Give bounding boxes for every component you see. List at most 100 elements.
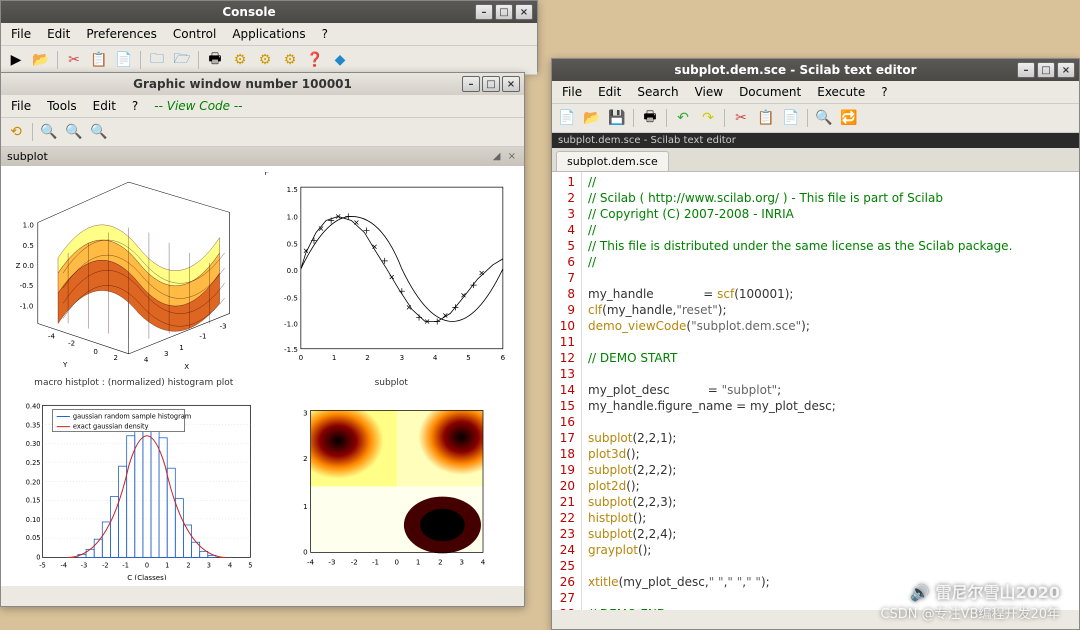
minimize-button[interactable]: – <box>1017 62 1035 78</box>
menu-help[interactable]: ? <box>126 97 144 115</box>
svg-text:-4: -4 <box>307 558 315 567</box>
zoom-area-icon[interactable]: 🔍 <box>63 121 85 143</box>
menu-help[interactable]: ? <box>316 25 334 43</box>
print-icon[interactable]: 🖶 <box>204 49 226 71</box>
new-icon[interactable]: 📄 <box>556 107 578 129</box>
demos-icon[interactable]: ◆ <box>329 49 351 71</box>
menu-preferences[interactable]: Preferences <box>80 25 163 43</box>
svg-text:Z: Z <box>16 261 21 270</box>
maximize-button[interactable]: □ <box>482 76 500 92</box>
cut-icon[interactable]: ✂ <box>730 107 752 129</box>
hist-title: macro histplot : (normalized) histogram … <box>7 378 261 388</box>
menu-file[interactable]: File <box>556 83 588 101</box>
maximize-button[interactable]: □ <box>1037 62 1055 78</box>
svg-text:-1.5: -1.5 <box>284 345 298 354</box>
tool1-icon[interactable]: ⚙ <box>229 49 251 71</box>
code-area[interactable]: 1234567891011121314151617181920212223242… <box>552 172 1079 610</box>
svg-text:0: 0 <box>93 347 98 356</box>
code-body[interactable]: // // Scilab ( http://www.scilab.org/ ) … <box>582 172 1079 610</box>
rotate-icon[interactable]: ⟲ <box>5 121 27 143</box>
menu-document[interactable]: Document <box>733 83 807 101</box>
redo-icon[interactable]: ↷ <box>697 107 719 129</box>
copy-icon[interactable]: 📋 <box>755 107 777 129</box>
paste-icon[interactable]: 📄 <box>113 49 135 71</box>
graphic-titlebar[interactable]: Graphic window number 100001 – □ × <box>1 73 524 95</box>
svg-text:0.40: 0.40 <box>26 402 41 410</box>
minimize-button[interactable]: – <box>475 4 493 20</box>
save-icon[interactable]: 💾 <box>606 107 628 129</box>
menu-edit[interactable]: Edit <box>87 97 122 115</box>
svg-text:3: 3 <box>399 353 404 362</box>
menu-file[interactable]: File <box>5 25 37 43</box>
plot-histogram: macro histplot : (normalized) histogram … <box>7 378 261 580</box>
menu-file[interactable]: File <box>5 97 37 115</box>
svg-text:-4: -4 <box>61 562 68 570</box>
menu-view[interactable]: View <box>689 83 729 101</box>
menu-control[interactable]: Control <box>167 25 222 43</box>
editor-menubar: File Edit Search View Document Execute ? <box>552 81 1079 104</box>
svg-text:3: 3 <box>164 349 169 358</box>
paste-icon[interactable]: 📄 <box>780 107 802 129</box>
svg-text:Y: Y <box>62 360 68 369</box>
svg-text:0.5: 0.5 <box>286 240 297 249</box>
svg-text:0.5: 0.5 <box>23 241 34 250</box>
plot-grid: 1.00.50.0 -0.5-1.0 Z -4-202Y 431-1-3X 1.… <box>1 166 524 586</box>
dock-label: subplot <box>7 150 48 163</box>
zoom-in-icon[interactable]: 🔍 <box>38 121 60 143</box>
dock-header[interactable]: subplot ◢ × <box>1 147 524 166</box>
maximize-button[interactable]: □ <box>495 4 513 20</box>
svg-text:2: 2 <box>114 353 118 362</box>
svg-text:-3: -3 <box>81 562 88 570</box>
undo-icon[interactable]: ↶ <box>672 107 694 129</box>
print-icon[interactable]: 🖶 <box>639 107 661 129</box>
console-toolbar: ▶ 📂 ✂ 📋 📄 🗀 🗁 🖶 ⚙ ⚙ ⚙ ❓ ◆ <box>1 46 537 75</box>
help-icon[interactable]: ❓ <box>304 49 326 71</box>
menu-tools[interactable]: Tools <box>41 97 83 115</box>
menu-edit[interactable]: Edit <box>592 83 627 101</box>
close-button[interactable]: × <box>1057 62 1075 78</box>
cut-icon[interactable]: ✂ <box>63 49 85 71</box>
view-code-link[interactable]: -- View Code -- <box>148 97 248 115</box>
svg-text:0: 0 <box>394 558 399 567</box>
console-titlebar[interactable]: Console – □ × <box>1 1 537 23</box>
console-window: Console – □ × File Edit Preferences Cont… <box>0 0 538 72</box>
replace-icon[interactable]: 🔁 <box>838 107 860 129</box>
find-icon[interactable]: 🔍 <box>813 107 835 129</box>
svg-text:-3: -3 <box>328 558 335 567</box>
console-title: Console <box>25 5 473 19</box>
svg-text:1.5: 1.5 <box>286 185 297 194</box>
editor-title: subplot.dem.sce - Scilab text editor <box>576 63 1015 77</box>
svg-text:-1.0: -1.0 <box>20 301 34 310</box>
svg-text:-1.0: -1.0 <box>284 320 298 329</box>
open-icon[interactable]: 📂 <box>30 49 52 71</box>
zoom-reset-icon[interactable]: 🔍 <box>88 121 110 143</box>
svg-text:0.10: 0.10 <box>26 516 41 524</box>
svg-text:4: 4 <box>144 355 149 364</box>
svg-text:-2: -2 <box>102 562 109 570</box>
menu-edit[interactable]: Edit <box>41 25 76 43</box>
tool2-icon[interactable]: ⚙ <box>254 49 276 71</box>
svg-text:2: 2 <box>186 562 190 570</box>
open-icon[interactable]: 📂 <box>581 107 603 129</box>
svg-text:0.20: 0.20 <box>26 478 41 486</box>
copy-icon[interactable]: 📋 <box>88 49 110 71</box>
menu-search[interactable]: Search <box>631 83 684 101</box>
minimize-button[interactable]: – <box>462 76 480 92</box>
editor-titlebar[interactable]: subplot.dem.sce - Scilab text editor – □… <box>552 59 1079 81</box>
close-button[interactable]: × <box>515 4 533 20</box>
dock-controls[interactable]: ◢ × <box>493 151 518 162</box>
svg-text:2: 2 <box>365 353 370 362</box>
run-icon[interactable]: ▶ <box>5 49 27 71</box>
folder2-icon[interactable]: 🗁 <box>171 49 193 71</box>
svg-text:-1: -1 <box>371 558 378 567</box>
editor-tab[interactable]: subplot.dem.sce <box>556 151 669 171</box>
menu-help[interactable]: ? <box>875 83 893 101</box>
menu-applications[interactable]: Applications <box>226 25 311 43</box>
folder-icon[interactable]: 🗀 <box>146 49 168 71</box>
svg-text:-0.5: -0.5 <box>284 293 298 302</box>
svg-text:-2: -2 <box>68 339 75 348</box>
tool3-icon[interactable]: ⚙ <box>279 49 301 71</box>
menu-execute[interactable]: Execute <box>811 83 871 101</box>
close-button[interactable]: × <box>502 76 520 92</box>
svg-text:1: 1 <box>179 343 184 352</box>
